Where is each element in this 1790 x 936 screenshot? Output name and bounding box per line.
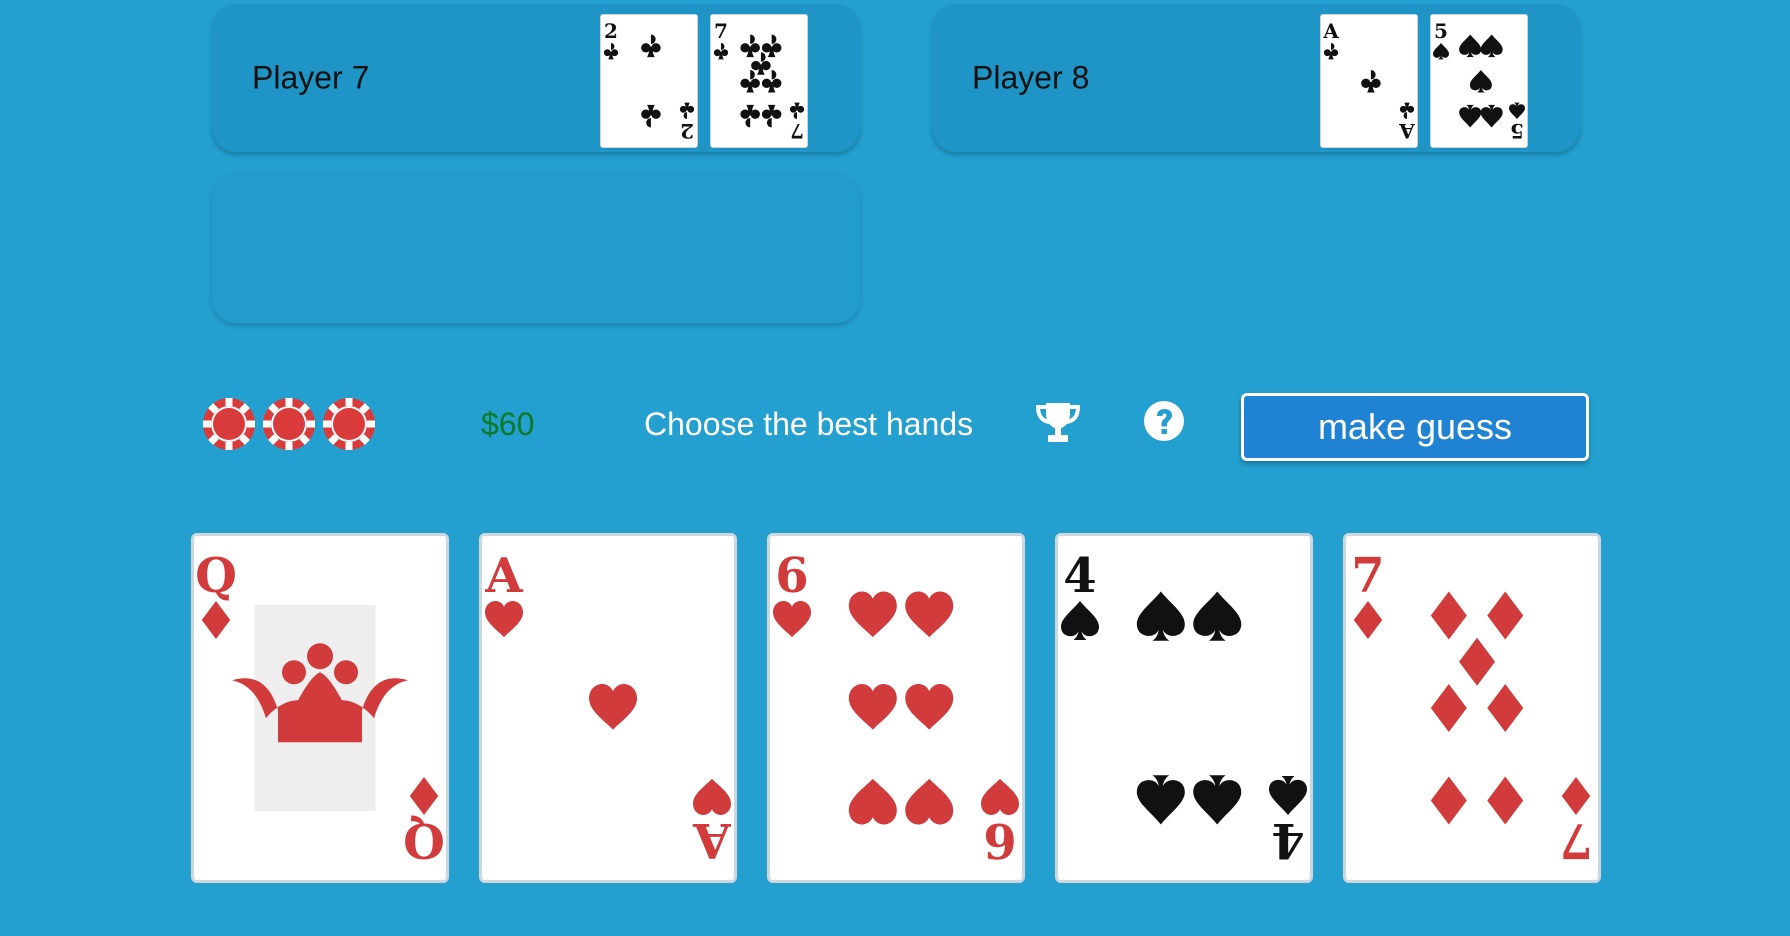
trophy-icon[interactable] <box>1034 400 1082 444</box>
player-name: Player 7 <box>252 59 370 96</box>
svg-text:A: A <box>1399 119 1416 143</box>
chip-icon <box>202 397 256 451</box>
svg-text:7: 7 <box>1351 548 1384 604</box>
instruction-text: Choose the best hands <box>644 406 974 442</box>
board-card[interactable]: QQ <box>191 533 449 883</box>
svg-text:2: 2 <box>680 119 694 143</box>
make-guess-button[interactable]: make guess <box>1241 393 1589 461</box>
chip-icon <box>322 397 376 451</box>
chip-icon <box>262 397 316 451</box>
svg-text:5: 5 <box>1510 119 1524 143</box>
svg-text:5: 5 <box>1434 19 1448 43</box>
svg-text:A: A <box>484 548 523 604</box>
svg-text:7: 7 <box>714 19 728 43</box>
player-card[interactable]: AA <box>1320 14 1418 148</box>
player-card[interactable]: 77 <box>710 14 808 148</box>
svg-text:2: 2 <box>604 19 618 43</box>
board-card[interactable]: 44 <box>1055 533 1313 883</box>
svg-text:A: A <box>1322 19 1339 43</box>
svg-text:6: 6 <box>983 812 1016 868</box>
player-card[interactable]: 55 <box>1430 14 1528 148</box>
player-panel-8: Player 8 AA 55 <box>932 4 1580 152</box>
svg-text:7: 7 <box>790 119 804 143</box>
svg-text:A: A <box>693 812 732 868</box>
svg-text:7: 7 <box>1559 812 1592 868</box>
player-card[interactable]: 22 <box>600 14 698 148</box>
empty-player-slot <box>212 173 860 323</box>
money-amount: $60 <box>481 406 535 442</box>
svg-text:4: 4 <box>1271 812 1304 868</box>
svg-text:6: 6 <box>775 548 808 604</box>
player-name: Player 8 <box>972 59 1090 96</box>
svg-text:Q: Q <box>195 548 237 604</box>
board-card[interactable]: 77 <box>1343 533 1601 883</box>
svg-text:Q: Q <box>403 812 445 868</box>
board-card[interactable]: 66 <box>767 533 1025 883</box>
question-circle-icon[interactable] <box>1143 400 1185 442</box>
player-panel-7: Player 7 22 77 <box>212 4 860 152</box>
svg-text:4: 4 <box>1063 548 1096 604</box>
board-card[interactable]: AA <box>479 533 737 883</box>
